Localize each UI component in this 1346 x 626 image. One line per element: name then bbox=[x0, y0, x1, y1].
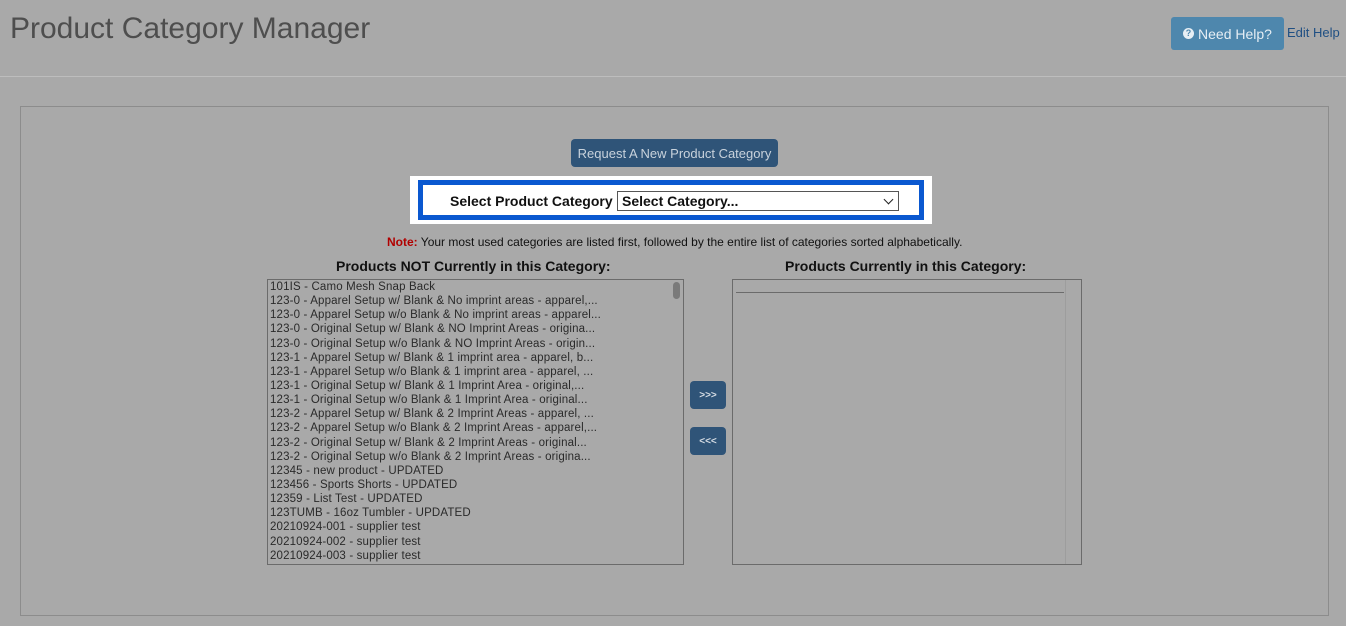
page-title: Product Category Manager bbox=[10, 12, 371, 45]
products-not-in-category-list[interactable]: 101IS - Camo Mesh Snap Back 123-0 - Appar… bbox=[267, 279, 684, 565]
list-item[interactable]: 12359 - List Test - UPDATED bbox=[268, 492, 668, 506]
list-item[interactable]: 123456 - Sports Shorts - UPDATED bbox=[268, 478, 668, 492]
need-help-label: Need Help? bbox=[1198, 25, 1272, 42]
list-item[interactable]: 20210924-001 - supplier test bbox=[268, 520, 668, 534]
page-header: Product Category Manager ? Need Help? Ed… bbox=[0, 0, 1346, 77]
list-item[interactable]: 123-2 - Apparel Setup w/o Blank & 2 Impr… bbox=[268, 421, 668, 435]
scrollbar[interactable] bbox=[669, 280, 683, 564]
list-item[interactable]: 123-0 - Apparel Setup w/o Blank & No imp… bbox=[268, 308, 668, 322]
edit-help-link[interactable]: Edit Help bbox=[1287, 25, 1340, 40]
remove-from-category-button[interactable]: <<< bbox=[690, 427, 726, 455]
products-in-category-list[interactable] bbox=[732, 279, 1082, 565]
list-item[interactable]: 123TUMB - 16oz Tumbler - UPDATED bbox=[268, 506, 668, 520]
list-item[interactable]: 12345 - new product - UPDATED bbox=[268, 464, 668, 478]
category-select[interactable]: Select Category... bbox=[617, 191, 899, 211]
list-item[interactable]: 123-1 - Original Setup w/o Blank & 1 Imp… bbox=[268, 393, 668, 407]
category-select-value: Select Category... bbox=[622, 193, 739, 209]
note-text: Your most used categories are listed fir… bbox=[417, 235, 963, 249]
list-items: 101IS - Camo Mesh Snap Back 123-0 - Appar… bbox=[268, 280, 683, 563]
list-item[interactable]: 123-1 - Original Setup w/ Blank & 1 Impr… bbox=[268, 379, 668, 393]
list-item[interactable]: 123-2 - Apparel Setup w/ Blank & 2 Impri… bbox=[268, 407, 668, 421]
request-new-category-button[interactable]: Request A New Product Category bbox=[571, 139, 778, 167]
add-to-category-button[interactable]: >>> bbox=[690, 381, 726, 409]
list-item[interactable]: 101IS - Camo Mesh Snap Back bbox=[268, 280, 668, 294]
question-circle-icon: ? bbox=[1183, 28, 1195, 39]
list-item[interactable]: 123-0 - Apparel Setup w/ Blank & No impr… bbox=[268, 294, 668, 308]
list-item[interactable]: 20210924-002 - supplier test bbox=[268, 535, 668, 549]
scrollbar[interactable] bbox=[1065, 280, 1081, 564]
category-note: Note: Your most used categories are list… bbox=[387, 235, 962, 249]
list-item[interactable]: 123-2 - Original Setup w/ Blank & 2 Impr… bbox=[268, 436, 668, 450]
list-item[interactable]: 123-0 - Original Setup w/o Blank & NO Im… bbox=[268, 337, 668, 351]
list-item[interactable]: 123-2 - Original Setup w/o Blank & 2 Imp… bbox=[268, 450, 668, 464]
not-in-category-heading: Products NOT Currently in this Category: bbox=[336, 258, 611, 274]
list-item[interactable]: 123-1 - Apparel Setup w/o Blank & 1 impr… bbox=[268, 365, 668, 379]
divider bbox=[736, 292, 1064, 293]
list-item[interactable]: 123-1 - Apparel Setup w/ Blank & 1 impri… bbox=[268, 351, 668, 365]
note-label: Note: bbox=[387, 235, 418, 249]
category-select-label: Select Product Category bbox=[450, 193, 613, 209]
list-item[interactable]: 20210924-003 - supplier test bbox=[268, 549, 668, 563]
in-category-heading: Products Currently in this Category: bbox=[785, 258, 1027, 274]
chevron-down-icon bbox=[883, 194, 894, 205]
need-help-button[interactable]: ? Need Help? bbox=[1171, 17, 1284, 50]
scrollbar-thumb[interactable] bbox=[673, 282, 680, 299]
list-item[interactable]: 123-0 - Original Setup w/ Blank & NO Imp… bbox=[268, 322, 668, 336]
